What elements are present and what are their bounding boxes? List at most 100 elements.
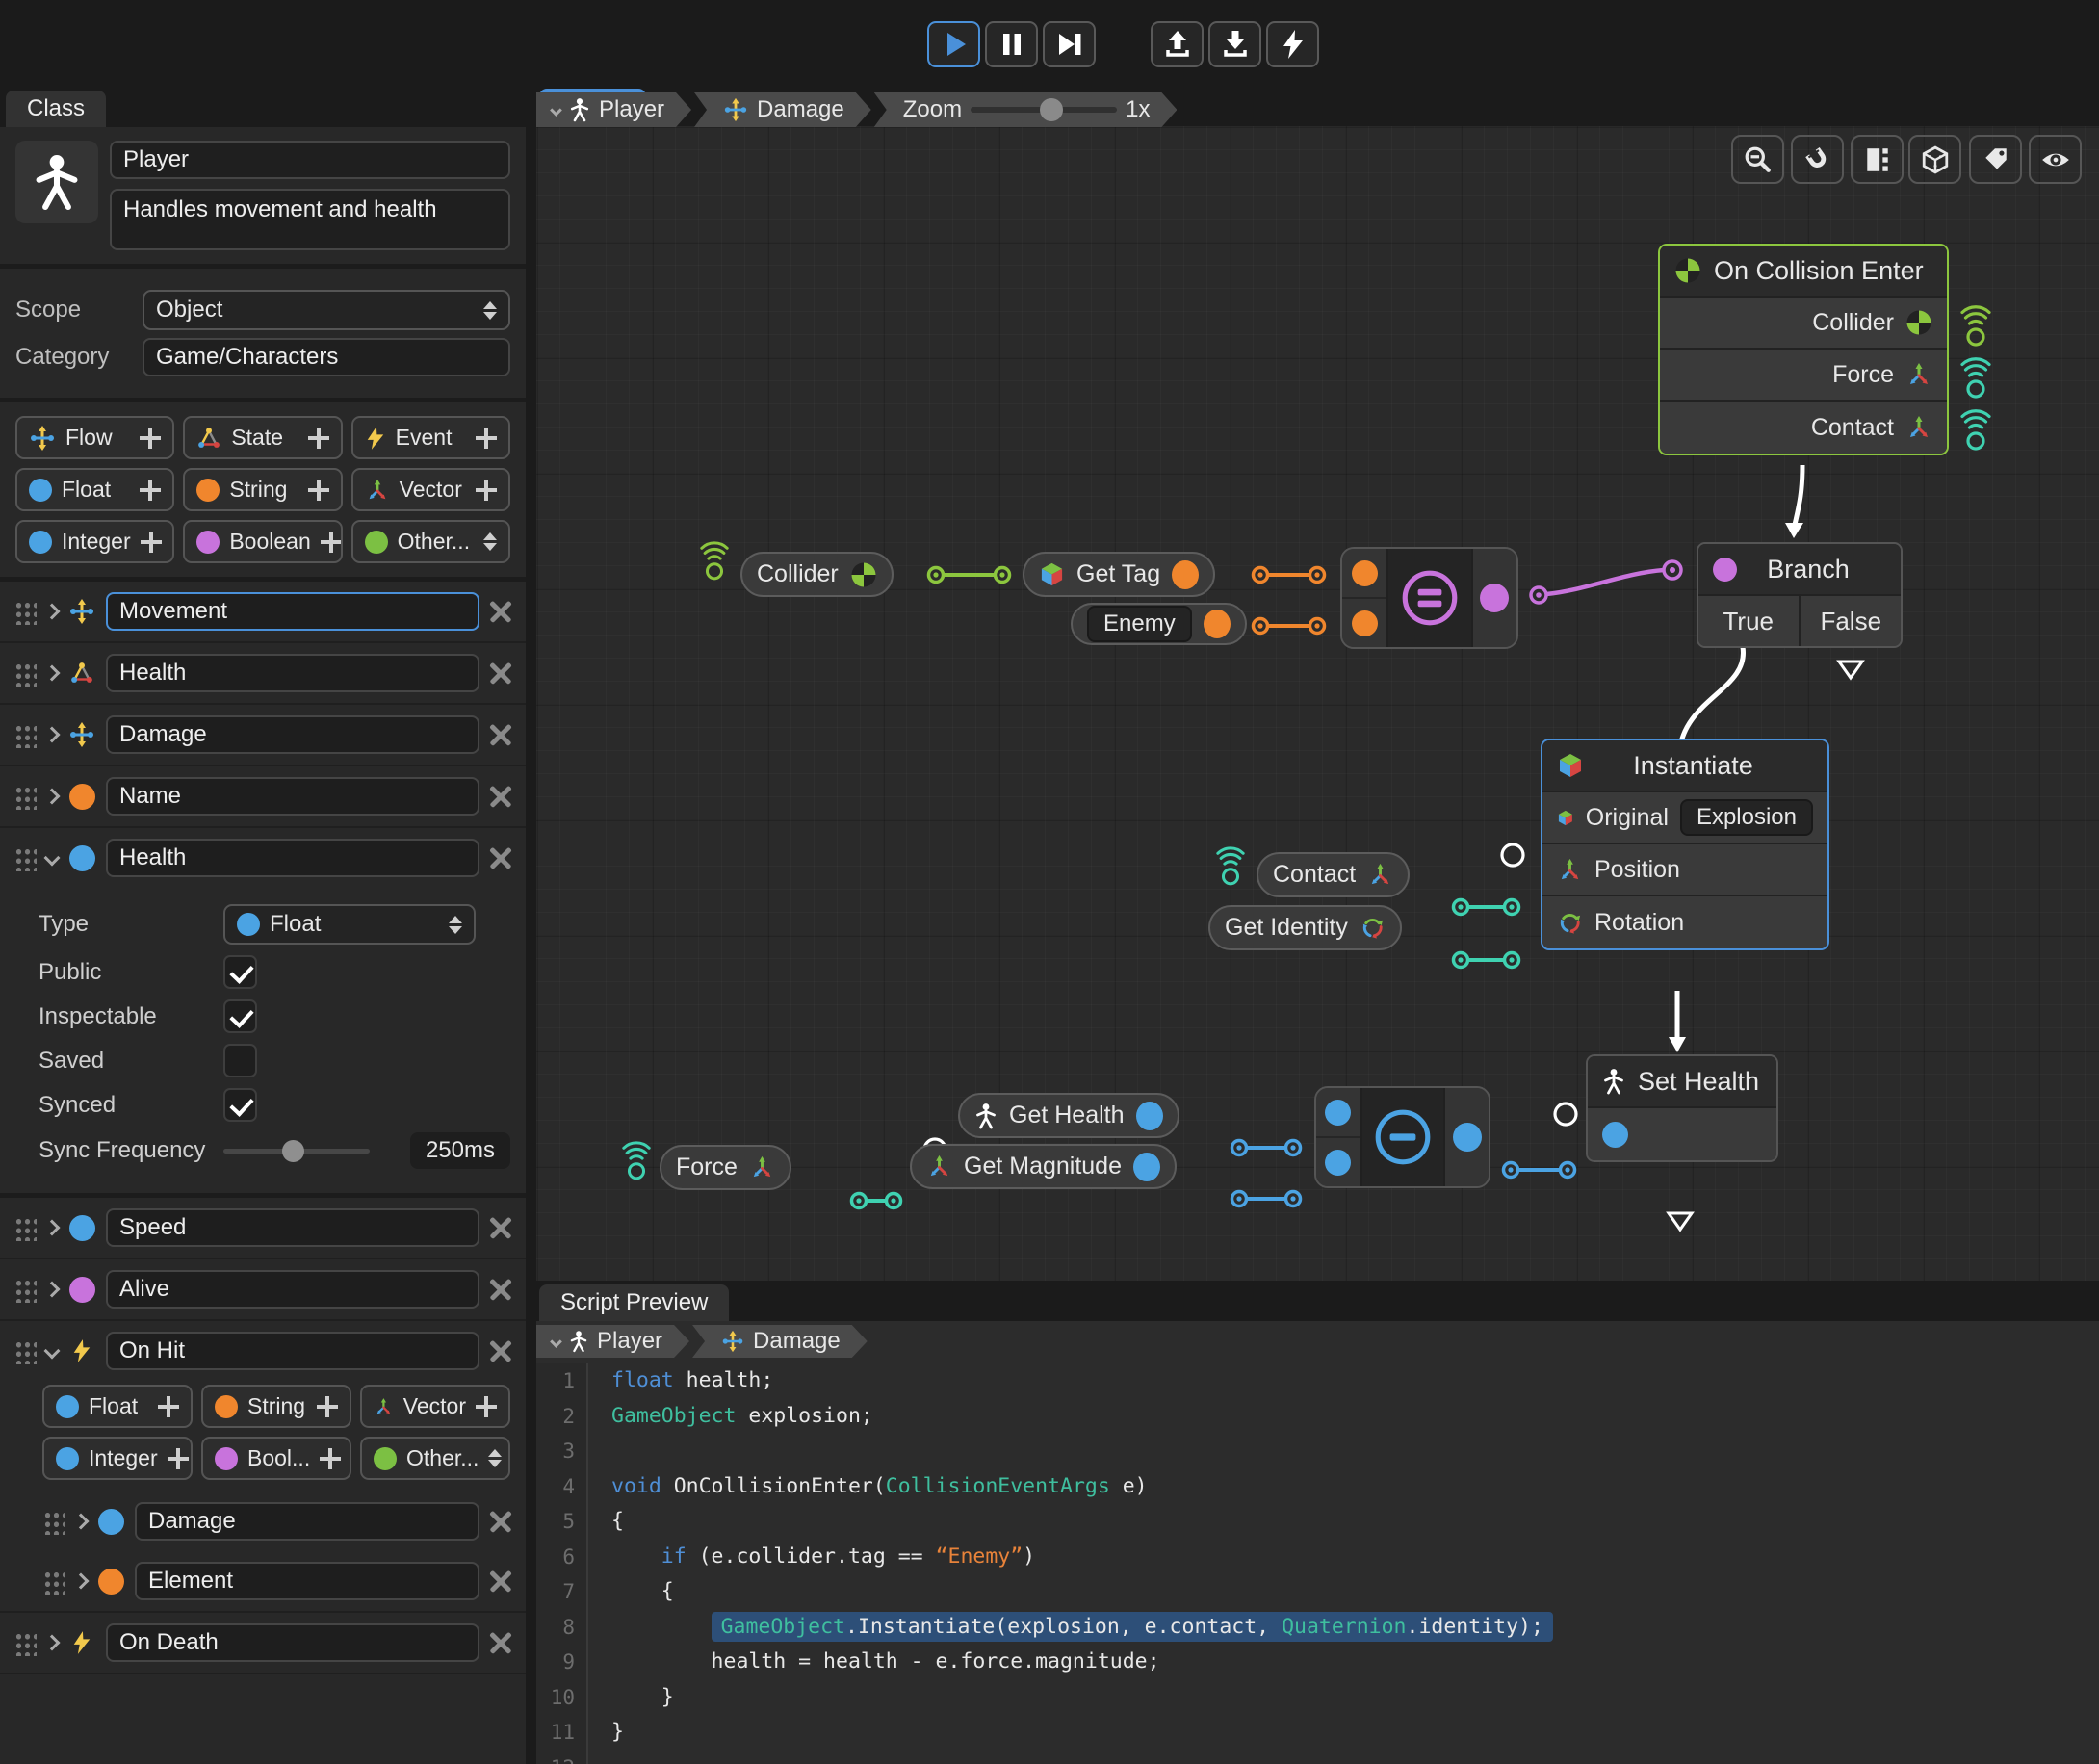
chevron-right-icon[interactable] bbox=[73, 1573, 90, 1590]
close-icon[interactable] bbox=[489, 1569, 512, 1593]
upload-button[interactable] bbox=[1151, 21, 1204, 67]
synced-checkbox[interactable] bbox=[223, 1088, 257, 1122]
download-button[interactable] bbox=[1208, 21, 1261, 67]
wireless-receiver-force-icon[interactable] bbox=[621, 1140, 652, 1185]
sync-frequency-slider[interactable] bbox=[223, 1149, 370, 1154]
boolean-input-port[interactable] bbox=[1713, 558, 1737, 582]
node-force-getter[interactable]: Force bbox=[660, 1145, 791, 1190]
layout-button[interactable] bbox=[1851, 135, 1904, 184]
zoom-search-button[interactable] bbox=[1731, 135, 1784, 184]
add-vector-button[interactable]: Vector bbox=[360, 1385, 510, 1428]
chevron-right-icon[interactable] bbox=[44, 1282, 61, 1298]
close-icon[interactable] bbox=[489, 1216, 512, 1239]
close-icon[interactable] bbox=[489, 846, 512, 869]
chevron-down-icon[interactable] bbox=[44, 850, 61, 867]
zoom-slider[interactable] bbox=[971, 107, 1117, 113]
inspectable-checkbox[interactable] bbox=[223, 999, 257, 1033]
subtract-output[interactable] bbox=[1445, 1088, 1489, 1186]
breadcrumb-damage[interactable]: Damage bbox=[694, 92, 871, 127]
magnet-button[interactable] bbox=[1791, 135, 1844, 184]
add-flow-button[interactable]: Flow bbox=[15, 416, 174, 459]
chevron-right-icon[interactable] bbox=[73, 1514, 90, 1530]
add-state-button[interactable]: State bbox=[183, 416, 342, 459]
chevron-down-icon[interactable] bbox=[44, 1343, 61, 1360]
breadcrumb-damage[interactable]: Damage bbox=[692, 1325, 868, 1358]
branch-false-output[interactable]: False bbox=[1799, 596, 1902, 646]
add-string-button[interactable]: String bbox=[201, 1385, 351, 1428]
chevron-right-icon[interactable] bbox=[44, 1635, 61, 1651]
play-button[interactable] bbox=[927, 21, 980, 67]
node-get-tag[interactable]: Get Tag bbox=[1023, 552, 1215, 597]
drag-handle-icon[interactable] bbox=[42, 1509, 65, 1535]
input-position[interactable]: Position bbox=[1542, 844, 1827, 896]
string-literal-value[interactable]: Enemy bbox=[1087, 606, 1192, 642]
wireless-port-force-icon[interactable] bbox=[1959, 356, 1992, 403]
tab-script-preview[interactable]: Script Preview bbox=[539, 1284, 729, 1321]
wireless-receiver-contact-icon[interactable] bbox=[1215, 845, 1246, 891]
node-instantiate[interactable]: Instantiate OriginalExplosion Position R… bbox=[1541, 739, 1829, 950]
close-icon[interactable] bbox=[489, 662, 512, 685]
close-icon[interactable] bbox=[489, 1339, 512, 1362]
add-float-button[interactable]: Float bbox=[42, 1385, 193, 1428]
node-on-collision-enter[interactable]: On Collision Enter Collider Force Contac… bbox=[1658, 244, 1949, 455]
drag-handle-icon[interactable] bbox=[13, 722, 37, 748]
drag-handle-icon[interactable] bbox=[13, 845, 37, 871]
pause-button[interactable] bbox=[985, 21, 1038, 67]
variable-name-input[interactable] bbox=[106, 839, 479, 877]
drag-handle-icon[interactable] bbox=[42, 1569, 65, 1595]
add-boolean-button[interactable]: Bool... bbox=[201, 1437, 351, 1480]
wireless-port-contact-icon[interactable] bbox=[1959, 408, 1992, 455]
variable-name-input[interactable] bbox=[106, 592, 479, 631]
drag-handle-icon[interactable] bbox=[13, 784, 37, 810]
variable-name-input[interactable] bbox=[135, 1502, 479, 1541]
close-icon[interactable] bbox=[489, 723, 512, 746]
category-input[interactable] bbox=[143, 338, 510, 376]
type-select[interactable]: Float bbox=[223, 904, 476, 945]
add-string-button[interactable]: String bbox=[183, 468, 342, 511]
flash-button[interactable] bbox=[1266, 21, 1319, 67]
equals-input-a[interactable] bbox=[1342, 549, 1386, 597]
drag-handle-icon[interactable] bbox=[13, 1215, 37, 1241]
variable-name-input[interactable] bbox=[106, 1270, 479, 1309]
drag-handle-icon[interactable] bbox=[13, 1277, 37, 1303]
breadcrumb-player[interactable]: Player bbox=[536, 1325, 689, 1358]
output-contact[interactable]: Contact bbox=[1660, 402, 1947, 454]
wireless-port-collider-icon[interactable] bbox=[1959, 304, 1992, 351]
add-vector-button[interactable]: Vector bbox=[351, 468, 510, 511]
variable-name-input[interactable] bbox=[106, 777, 479, 816]
node-get-magnitude[interactable]: Get Magnitude bbox=[910, 1144, 1177, 1189]
node-get-identity[interactable]: Get Identity bbox=[1208, 905, 1402, 950]
tag-button[interactable] bbox=[1969, 135, 2022, 184]
input-original[interactable]: OriginalExplosion bbox=[1542, 792, 1827, 844]
breadcrumb-player[interactable]: Player bbox=[536, 92, 691, 127]
node-get-health[interactable]: Get Health bbox=[958, 1093, 1179, 1138]
close-icon[interactable] bbox=[489, 1278, 512, 1301]
add-event-button[interactable]: Event bbox=[351, 416, 510, 459]
string-output-port[interactable] bbox=[1204, 610, 1231, 638]
class-name-input[interactable] bbox=[110, 141, 510, 179]
zoom-slider-thumb[interactable] bbox=[1040, 98, 1063, 121]
output-collider[interactable]: Collider bbox=[1660, 298, 1947, 350]
node-collider-getter[interactable]: Collider bbox=[740, 552, 894, 597]
close-icon[interactable] bbox=[489, 600, 512, 623]
chevron-right-icon[interactable] bbox=[44, 727, 61, 743]
drag-handle-icon[interactable] bbox=[13, 1630, 37, 1656]
chevron-right-icon[interactable] bbox=[44, 1220, 61, 1236]
float-output-port[interactable] bbox=[1136, 1102, 1163, 1130]
saved-checkbox[interactable] bbox=[223, 1044, 257, 1077]
input-rotation[interactable]: Rotation bbox=[1542, 896, 1827, 948]
class-description-input[interactable]: Handles movement and health bbox=[110, 189, 510, 250]
wireless-receiver-collider-icon[interactable] bbox=[699, 540, 730, 585]
drag-handle-icon[interactable] bbox=[13, 599, 37, 625]
variable-name-input[interactable] bbox=[106, 1208, 479, 1247]
subtract-input-a[interactable] bbox=[1316, 1088, 1360, 1136]
prefab-cube-button[interactable] bbox=[1908, 135, 1961, 184]
drag-handle-icon[interactable] bbox=[13, 1338, 37, 1364]
drag-handle-icon[interactable] bbox=[13, 661, 37, 687]
subtract-input-b[interactable] bbox=[1316, 1136, 1360, 1186]
add-other-button[interactable]: Other... bbox=[360, 1437, 510, 1480]
float-input[interactable] bbox=[1588, 1108, 1776, 1160]
equals-output[interactable] bbox=[1473, 549, 1516, 647]
chevron-right-icon[interactable] bbox=[44, 789, 61, 805]
add-integer-button[interactable]: Integer bbox=[42, 1437, 193, 1480]
